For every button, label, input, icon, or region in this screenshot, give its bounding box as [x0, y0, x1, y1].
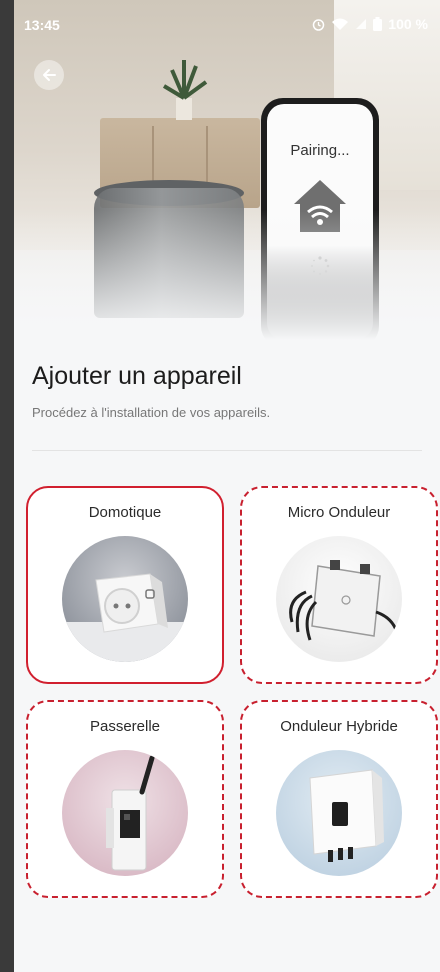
device-image-hybrid-inverter — [276, 750, 402, 876]
app-screen: Pairing... 13:45 100 % Ajouter un appare… — [14, 0, 440, 972]
signal-icon — [356, 19, 367, 29]
divider — [32, 450, 422, 451]
device-card-label: Passerelle — [89, 718, 161, 735]
device-card-micro-onduleur[interactable]: Micro Onduleur — [240, 486, 438, 684]
page-title: Ajouter un appareil — [32, 362, 242, 390]
back-arrow-icon — [43, 69, 56, 81]
device-image-smart-plug — [62, 536, 188, 662]
back-button[interactable] — [34, 60, 64, 90]
page-subtitle: Procédez à l'installation de vos apparei… — [32, 405, 271, 420]
pairing-text: Pairing... — [290, 142, 350, 159]
device-card-domotique[interactable]: Domotique — [26, 486, 224, 684]
status-icons: 100 % — [312, 16, 428, 32]
hero-fade — [14, 210, 440, 340]
device-card-label: Domotique — [88, 504, 162, 521]
device-card-label: Onduleur Hybride — [280, 718, 398, 735]
wifi-icon — [332, 18, 349, 30]
hero-plant — [162, 60, 208, 120]
device-image-gateway — [62, 750, 188, 876]
battery-icon — [373, 17, 383, 31]
status-bar: 13:45 100 % — [14, 0, 440, 44]
alarm-icon — [313, 18, 325, 31]
device-image-micro-inverter — [276, 536, 402, 662]
device-card-onduleur-hybride[interactable]: Onduleur Hybride — [240, 700, 438, 898]
device-card-label: Micro Onduleur — [287, 504, 391, 521]
hero-image: Pairing... — [14, 0, 440, 340]
device-card-passerelle[interactable]: Passerelle — [26, 700, 224, 898]
status-time: 13:45 — [24, 17, 60, 33]
battery-level: 100 % — [388, 16, 428, 32]
